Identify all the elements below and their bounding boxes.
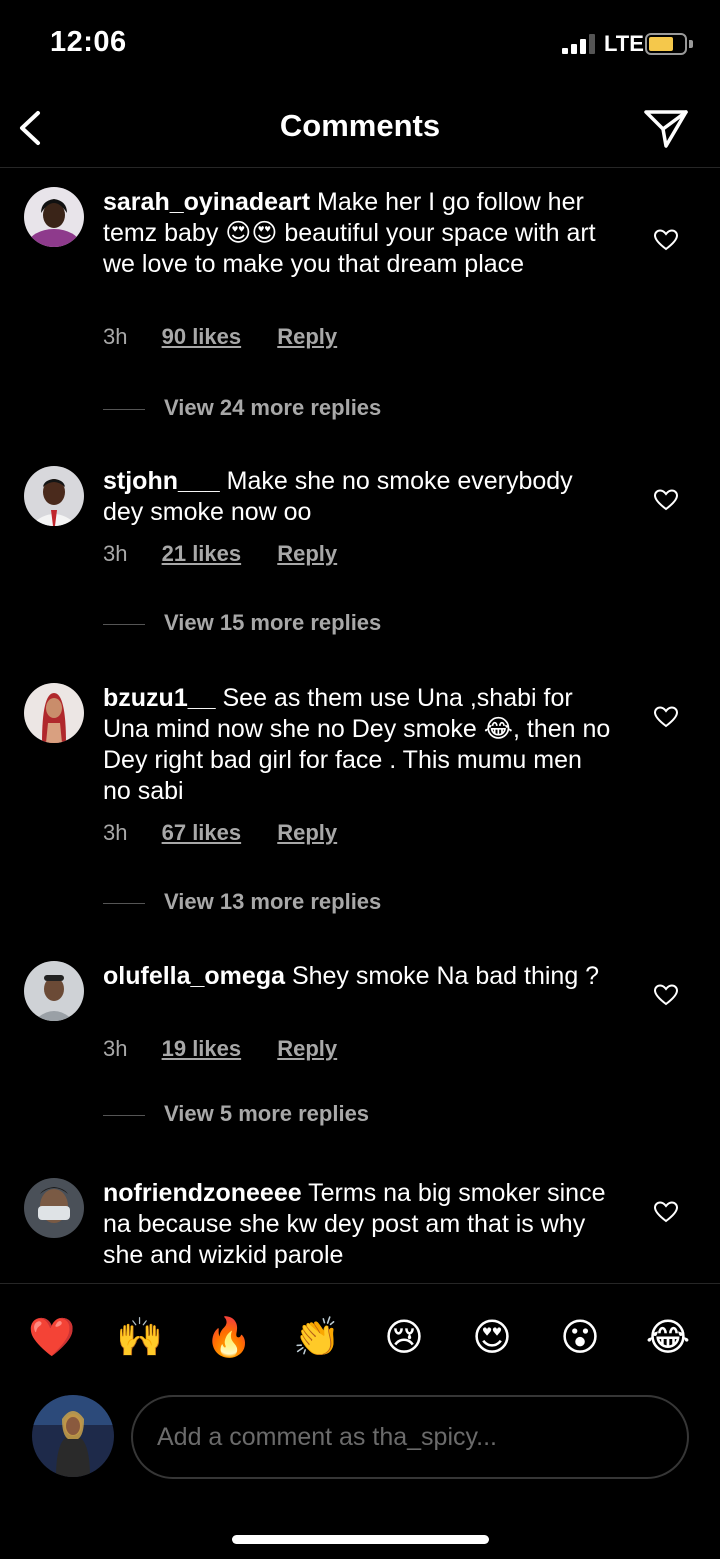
emoji-surprised-button[interactable]: 😮 bbox=[557, 1314, 603, 1360]
comment-body: sarah_oyinadeart Make her I go follow he… bbox=[103, 187, 613, 280]
likes-count[interactable]: 21 likes bbox=[162, 541, 242, 567]
comment-item: sarah_oyinadeart Make her I go follow he… bbox=[0, 187, 720, 427]
avatar[interactable] bbox=[24, 961, 84, 1021]
header: Comments bbox=[0, 90, 720, 168]
view-replies-button[interactable]: View 24 more replies bbox=[103, 395, 381, 421]
avatar[interactable] bbox=[24, 683, 84, 743]
share-button[interactable] bbox=[642, 104, 690, 152]
comment-body: olufella_omega Shey smoke Na bad thing ? bbox=[103, 961, 613, 992]
comment-username[interactable]: olufella_omega bbox=[103, 962, 285, 990]
heart-icon[interactable] bbox=[653, 705, 679, 729]
emoji-laughing-button[interactable]: 😂 bbox=[645, 1314, 691, 1360]
comment-body: nofriendzoneeee Terms na big smoker sinc… bbox=[103, 1178, 613, 1271]
divider bbox=[103, 1114, 145, 1116]
heart-icon[interactable] bbox=[653, 983, 679, 1007]
emoji-heart-button[interactable]: ❤️ bbox=[28, 1314, 75, 1360]
comment-meta: 3h 21 likes Reply bbox=[103, 541, 337, 567]
comment-username[interactable]: sarah_oyinadeart bbox=[103, 188, 310, 216]
comment-username[interactable]: bzuzu1__ bbox=[103, 684, 216, 712]
likes-count[interactable]: 67 likes bbox=[162, 820, 242, 846]
comment-input[interactable] bbox=[131, 1395, 689, 1479]
status-bar: 12:06 LTE bbox=[0, 0, 720, 90]
comment-meta: 3h 19 likes Reply bbox=[103, 1036, 337, 1062]
emoji-crying-button[interactable]: 😢 bbox=[381, 1314, 427, 1360]
current-user-avatar bbox=[32, 1395, 114, 1477]
comments-list[interactable]: sarah_oyinadeart Make her I go follow he… bbox=[0, 169, 720, 1283]
view-replies-button[interactable]: View 15 more replies bbox=[103, 610, 381, 636]
view-replies-label: View 15 more replies bbox=[164, 610, 382, 635]
view-replies-label: View 13 more replies bbox=[164, 889, 382, 914]
divider bbox=[103, 408, 145, 410]
view-replies-button[interactable]: View 13 more replies bbox=[103, 889, 381, 915]
heart-icon[interactable] bbox=[653, 488, 679, 512]
comment-item: nofriendzoneeee Terms na big smoker sinc… bbox=[0, 1178, 720, 1283]
heart-icon[interactable] bbox=[653, 1200, 679, 1224]
battery-level bbox=[649, 37, 673, 51]
comment-meta: 3h 90 likes Reply bbox=[103, 324, 337, 350]
comment-time: 3h bbox=[103, 1036, 128, 1061]
comment-time: 3h bbox=[103, 820, 128, 845]
divider bbox=[103, 902, 145, 904]
comment-text: Shey smoke Na bad thing ? bbox=[291, 962, 600, 990]
comment-username[interactable]: stjohn___ bbox=[103, 467, 220, 495]
network-type: LTE bbox=[604, 31, 644, 56]
comment-item: stjohn___ Make she no smoke everybody de… bbox=[0, 466, 720, 646]
emoji-clapping-button[interactable]: 👏 bbox=[293, 1314, 340, 1360]
signal-icon bbox=[562, 34, 598, 54]
home-indicator[interactable] bbox=[232, 1535, 489, 1544]
emoji-bar: ❤️ 🙌 🔥 👏 😢 😍 😮 😂 bbox=[0, 1283, 720, 1383]
likes-count[interactable]: 90 likes bbox=[162, 324, 242, 350]
paper-plane-icon bbox=[644, 110, 688, 148]
comment-composer bbox=[0, 1383, 720, 1493]
view-replies-label: View 5 more replies bbox=[164, 1101, 370, 1126]
emoji-fire-button[interactable]: 🔥 bbox=[205, 1314, 252, 1360]
view-replies-button[interactable]: View 5 more replies bbox=[103, 1101, 369, 1127]
comment-item: bzuzu1__ See as them use Una ,shabi for … bbox=[0, 683, 720, 923]
comment-body: stjohn___ Make she no smoke everybody de… bbox=[103, 466, 613, 528]
likes-count[interactable]: 19 likes bbox=[162, 1036, 242, 1062]
page-title: Comments bbox=[279, 108, 441, 143]
view-replies-label: View 24 more replies bbox=[164, 395, 382, 420]
reply-button[interactable]: Reply bbox=[277, 1036, 337, 1062]
comment-meta: 3h 67 likes Reply bbox=[103, 820, 337, 846]
emoji-raising-hands-button[interactable]: 🙌 bbox=[116, 1314, 163, 1360]
avatar[interactable] bbox=[24, 1178, 84, 1238]
battery-cap bbox=[689, 40, 693, 48]
avatar[interactable] bbox=[24, 466, 84, 526]
comment-username[interactable]: nofriendzoneeee bbox=[103, 1179, 302, 1207]
avatar[interactable] bbox=[24, 187, 84, 247]
battery-icon bbox=[645, 33, 687, 55]
comment-body: bzuzu1__ See as them use Una ,shabi for … bbox=[103, 683, 613, 807]
comment-item: olufella_omega Shey smoke Na bad thing ?… bbox=[0, 961, 720, 1141]
emoji-heart-eyes-button[interactable]: 😍 bbox=[469, 1314, 515, 1360]
reply-button[interactable]: Reply bbox=[277, 324, 337, 350]
comment-time: 3h bbox=[103, 541, 128, 566]
reply-button[interactable]: Reply bbox=[277, 820, 337, 846]
comment-time: 3h bbox=[103, 324, 128, 349]
status-time: 12:06 bbox=[50, 26, 127, 58]
divider bbox=[103, 623, 145, 625]
heart-icon[interactable] bbox=[653, 228, 679, 252]
reply-button[interactable]: Reply bbox=[277, 541, 337, 567]
